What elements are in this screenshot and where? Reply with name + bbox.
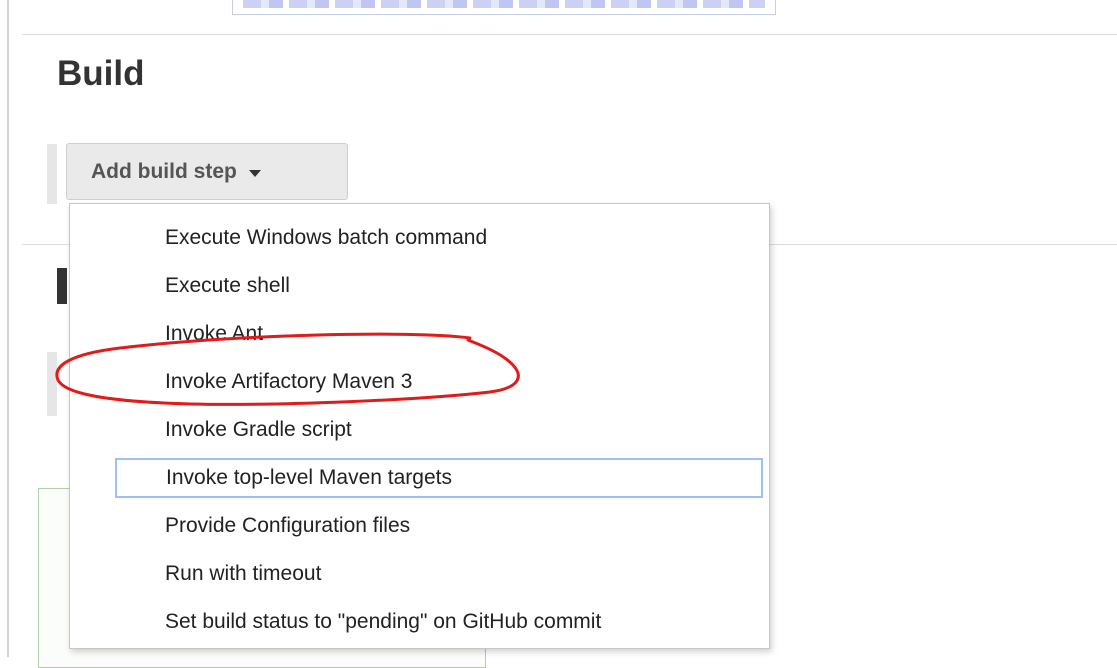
menu-item-invoke-gradle-script[interactable]: Invoke Gradle script (110, 406, 769, 454)
build-step-dropdown-menu: Execute Windows batch command Execute sh… (69, 203, 770, 649)
menu-item-provide-configuration-files[interactable]: Provide Configuration files (110, 502, 769, 550)
menu-item-execute-windows-batch-command[interactable]: Execute Windows batch command (110, 214, 769, 262)
menu-item-set-build-status-pending[interactable]: Set build status to "pending" on GitHub … (110, 598, 769, 646)
banner-graphic (243, 0, 765, 8)
menu-item-invoke-ant[interactable]: Invoke Ant (110, 310, 769, 358)
next-section-title-fragment (57, 268, 67, 304)
build-step-drag-handle (47, 144, 57, 204)
menu-item-run-with-timeout[interactable]: Run with timeout (110, 550, 769, 598)
section-divider-top (22, 34, 1117, 35)
section-title: Build (57, 54, 145, 93)
menu-item-invoke-top-level-maven-targets[interactable]: Invoke top-level Maven targets (115, 458, 763, 498)
caret-down-icon (248, 170, 261, 177)
add-build-step-button[interactable]: Add build step (66, 143, 348, 200)
menu-item-execute-shell[interactable]: Execute shell (110, 262, 769, 310)
menu-item-invoke-artifactory-maven-3[interactable]: Invoke Artifactory Maven 3 (110, 358, 769, 406)
next-step-drag-handle (47, 352, 57, 416)
left-divider (7, 0, 9, 657)
add-build-step-label: Add build step (91, 159, 237, 183)
top-banner (232, 0, 776, 15)
